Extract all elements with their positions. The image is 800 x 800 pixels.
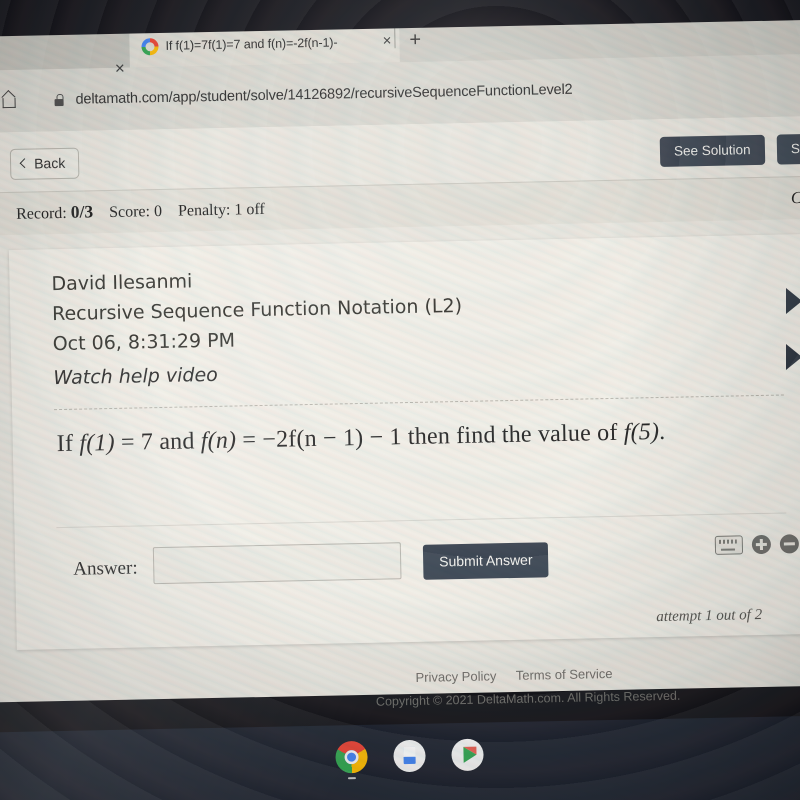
problem-given-equation: = 7 and [120, 428, 195, 456]
complete-label: Complete [790, 187, 800, 208]
chromeos-shelf [0, 714, 800, 800]
score-label: Score: [108, 203, 151, 221]
next-problem-arrow-secondary-icon[interactable] [786, 344, 800, 370]
problem-statement: If f(1) = 7 and f(n) = −2f(n − 1) − 1 th… [56, 419, 665, 458]
answer-input[interactable] [152, 542, 402, 585]
chromebook-screen-photo: × If f(1)=7f(1)=7 and f(n)=-2f(n-1)- × +… [0, 0, 800, 800]
back-button-label: Back [33, 154, 66, 172]
shelf-app-list [0, 731, 800, 782]
record-value: 0/3 [70, 201, 94, 222]
chrome-app-icon[interactable] [335, 740, 368, 780]
terms-of-service-link[interactable]: Terms of Service [516, 666, 613, 683]
lock-icon [54, 94, 63, 106]
problem-target-function: f(5) [623, 419, 660, 446]
zoom-out-icon[interactable] [779, 534, 800, 554]
home-icon[interactable] [2, 93, 18, 109]
answer-toolbar [714, 534, 800, 555]
play-store-icon-accent [463, 746, 477, 763]
record-label: Record: [15, 204, 67, 223]
play-store-app-icon[interactable] [451, 738, 484, 772]
assignment-timestamp: Oct 06, 8:31:29 PM [52, 329, 236, 356]
problem-recursive-function: f(n) [200, 427, 237, 455]
next-problem-arrow-icon[interactable] [786, 288, 800, 314]
assignment-title: Recursive Sequence Function Notation (L2… [51, 294, 463, 326]
submit-answer-button[interactable]: Submit Answer [422, 542, 549, 580]
problem-prefix: If [56, 430, 74, 458]
penalty-value: 1 off [234, 200, 265, 219]
address-bar-url: deltamath.com/app/student/solve/14126892… [75, 81, 573, 108]
answer-label: Answer: [73, 557, 138, 580]
problem-recursive-equation: = −2f(n − 1) − 1 then find the value of [242, 419, 618, 454]
google-docs-app-icon[interactable] [393, 739, 426, 773]
score-value: 0 [153, 202, 163, 221]
answer-divider [56, 512, 787, 529]
previous-tab-close-icon[interactable]: × [115, 59, 125, 78]
back-button[interactable]: Back [9, 147, 80, 180]
chevron-left-icon [19, 158, 30, 169]
penalty-label: Penalty: [177, 201, 231, 220]
chrome-running-indicator [347, 777, 356, 780]
watch-help-video-link[interactable]: Watch help video [53, 364, 218, 389]
status-bar: Record: 0/3 Score: 0 Penalty: 1 off Comp… [0, 174, 800, 237]
google-g-icon [141, 37, 159, 55]
skip-problem-button[interactable]: Skip Problem [776, 132, 800, 165]
attempt-counter: attempt 1 out of 2 [656, 606, 763, 626]
see-solution-button[interactable]: See Solution [659, 134, 765, 167]
student-name: David Ilesanmi [51, 270, 193, 296]
privacy-policy-link[interactable]: Privacy Policy [415, 668, 496, 685]
browser-tab-title: If f(1)=7f(1)=7 and f(n)=-2f(n-1)- [165, 35, 338, 53]
status-metrics: Record: 0/3 Score: 0 Penalty: 1 off [16, 198, 265, 224]
card-divider [54, 394, 784, 411]
deltamath-page: Back See Solution Skip Problem Record: 0… [0, 104, 800, 709]
problem-card: David Ilesanmi Recursive Sequence Functi… [8, 233, 800, 650]
problem-period: . [658, 418, 666, 446]
zoom-in-icon[interactable] [751, 534, 772, 555]
keyboard-icon[interactable] [714, 535, 744, 555]
footer-links: Privacy Policy Terms of Service [415, 666, 628, 685]
close-icon[interactable]: × [382, 32, 391, 49]
problem-given-function: f(1) [79, 429, 116, 457]
new-tab-button[interactable]: + [409, 29, 421, 51]
footer-copyright: Copyright © 2021 DeltaMath.com. All Righ… [375, 688, 681, 709]
